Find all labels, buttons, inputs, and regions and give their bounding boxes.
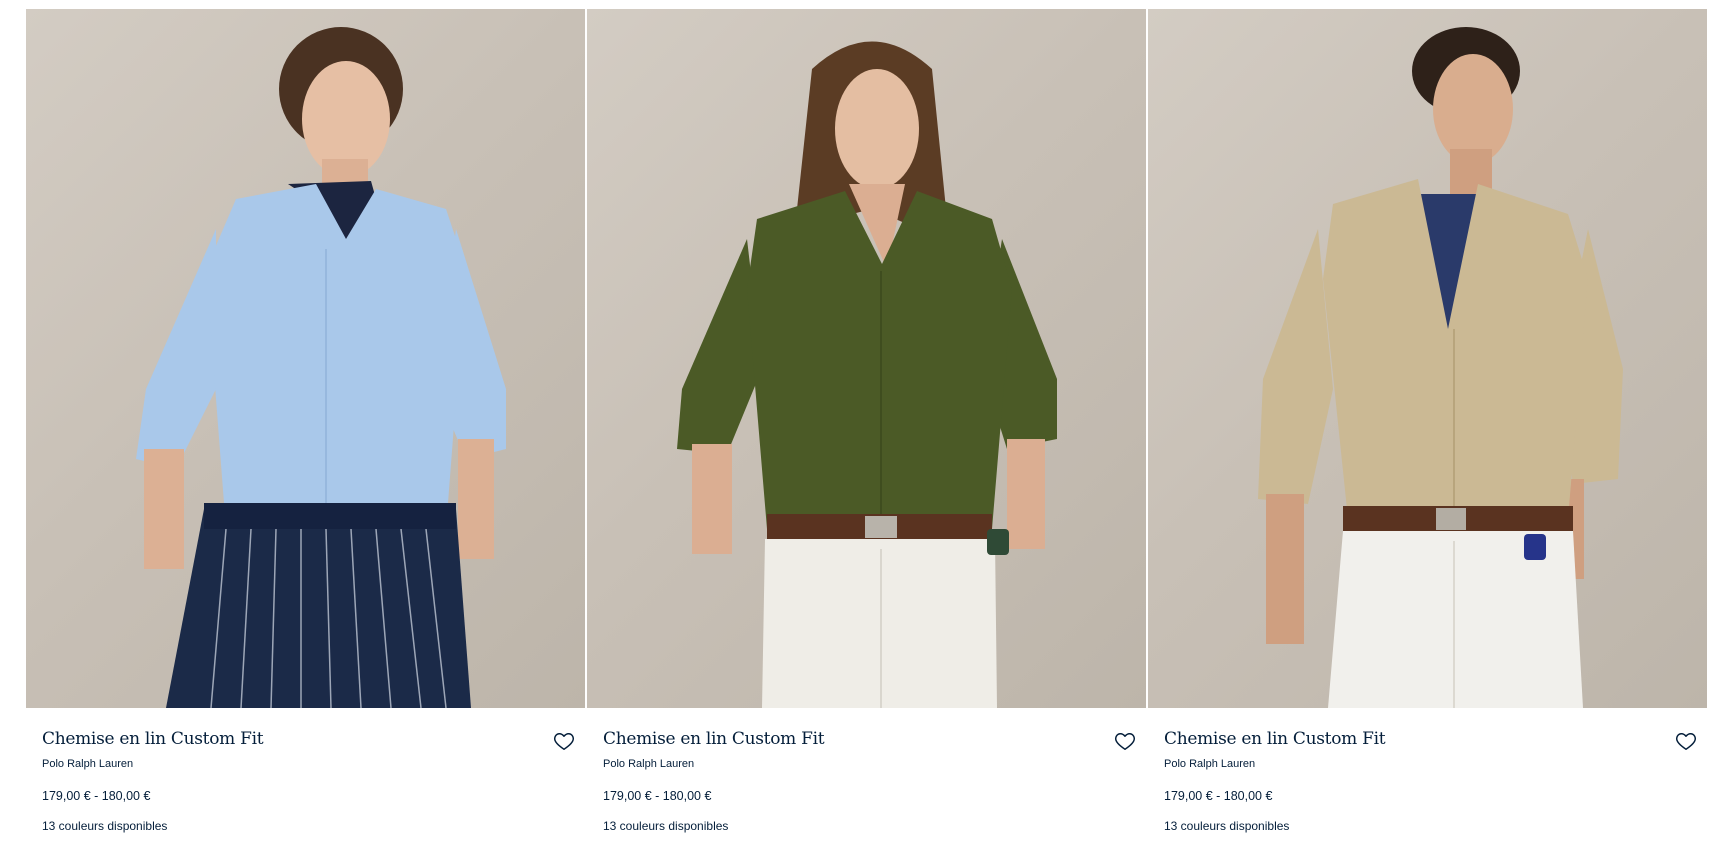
wishlist-button[interactable] — [553, 730, 575, 752]
wishlist-button[interactable] — [1114, 730, 1136, 752]
heart-outline-icon — [1115, 733, 1135, 750]
product-card[interactable]: Chemise en lin Custom Fit Polo Ralph Lau… — [587, 9, 1146, 848]
product-image[interactable] — [26, 9, 585, 708]
heart-outline-icon — [1676, 733, 1696, 750]
product-brand: Polo Ralph Lauren — [1164, 758, 1256, 770]
product-info: Chemise en lin Custom Fit Polo Ralph Lau… — [26, 708, 585, 848]
product-card[interactable]: Chemise en lin Custom Fit Polo Ralph Lau… — [26, 9, 585, 848]
product-image[interactable] — [587, 9, 1146, 708]
wishlist-button[interactable] — [1675, 730, 1697, 752]
product-image[interactable] — [1148, 9, 1707, 708]
product-info: Chemise en lin Custom Fit Polo Ralph Lau… — [587, 708, 1146, 848]
product-brand: Polo Ralph Lauren — [603, 758, 695, 770]
available-colors[interactable]: 13 couleurs disponibles — [603, 819, 728, 833]
product-title[interactable]: Chemise en lin Custom Fit — [42, 729, 264, 749]
product-card[interactable]: Chemise en lin Custom Fit Polo Ralph Lau… — [1148, 9, 1707, 848]
product-price: 179,00 € - 180,00 € — [1164, 789, 1273, 803]
product-title[interactable]: Chemise en lin Custom Fit — [603, 729, 825, 749]
product-price: 179,00 € - 180,00 € — [42, 789, 151, 803]
heart-outline-icon — [554, 733, 574, 750]
available-colors[interactable]: 13 couleurs disponibles — [1164, 819, 1289, 833]
product-grid: Chemise en lin Custom Fit Polo Ralph Lau… — [26, 9, 1707, 848]
product-info: Chemise en lin Custom Fit Polo Ralph Lau… — [1148, 708, 1707, 848]
product-title[interactable]: Chemise en lin Custom Fit — [1164, 729, 1386, 749]
product-price: 179,00 € - 180,00 € — [603, 789, 712, 803]
product-brand: Polo Ralph Lauren — [42, 758, 134, 770]
available-colors[interactable]: 13 couleurs disponibles — [42, 819, 167, 833]
